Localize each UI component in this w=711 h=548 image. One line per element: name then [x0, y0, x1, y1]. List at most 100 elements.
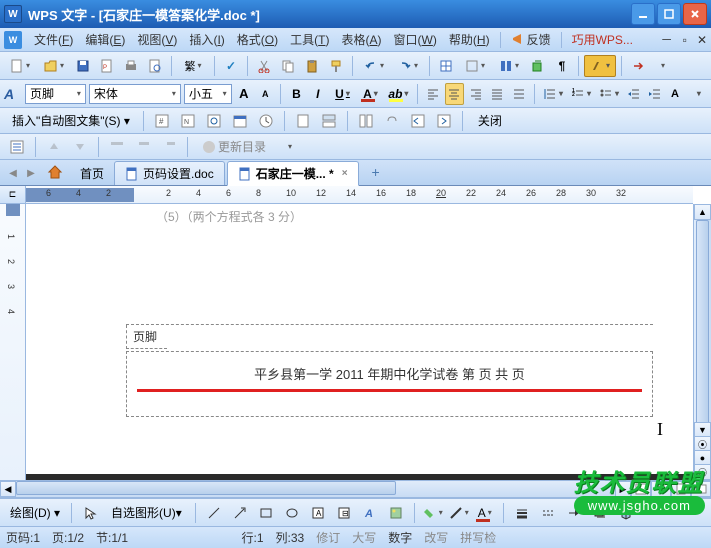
- time-button[interactable]: [255, 111, 277, 131]
- footer-text[interactable]: 平乡县第一学 2011 年期中化学试卷 第 页 共 页: [137, 360, 642, 387]
- vertical-ruler[interactable]: 1 2 3 4: [0, 204, 26, 480]
- open-button[interactable]: ▾: [38, 55, 70, 77]
- scroll-up-button[interactable]: ▲: [694, 204, 711, 220]
- decrease-indent-button[interactable]: [624, 83, 642, 105]
- minimize-button[interactable]: [631, 3, 655, 25]
- toc-level1-button[interactable]: [106, 137, 128, 157]
- align-justify-button[interactable]: [488, 83, 506, 105]
- mdi-minimize-button[interactable]: －: [661, 31, 673, 48]
- insert-picture-button[interactable]: [385, 502, 407, 524]
- format-page-number-button[interactable]: [203, 111, 225, 131]
- toc-level-down-button[interactable]: [69, 137, 91, 157]
- menu-file[interactable]: 文件(F): [28, 29, 79, 50]
- document-tab-2[interactable]: 石家庄一模... * ×: [227, 161, 359, 186]
- status-rev[interactable]: 修订: [316, 529, 340, 546]
- document-tab-1[interactable]: 页码设置.doc: [114, 161, 225, 185]
- scroll-thumb[interactable]: [696, 220, 709, 440]
- menu-help[interactable]: 帮助(H): [443, 29, 496, 50]
- direction-ltr-button[interactable]: A: [667, 83, 685, 105]
- close-header-footer-button[interactable]: 关闭: [470, 110, 510, 131]
- font-dropdown[interactable]: 宋体▾: [89, 84, 181, 104]
- autoshapes-dropdown[interactable]: 自选图形(U) ▾: [105, 502, 188, 523]
- line-color-button[interactable]: ▾: [448, 502, 470, 524]
- align-right-button[interactable]: [467, 83, 485, 105]
- shrink-font-button[interactable]: A: [256, 83, 274, 105]
- drawing-menu[interactable]: 绘图(D) ▾: [6, 502, 64, 523]
- horizontal-ruler[interactable]: 6 4 2 2 4 6 8 10 12 14 16 18 20 22 24 26…: [26, 186, 693, 204]
- grow-font-button[interactable]: A: [235, 83, 253, 105]
- menu-tools[interactable]: 工具(T): [284, 29, 335, 50]
- menu-window[interactable]: 窗口(W): [388, 29, 443, 50]
- toc-level3-button[interactable]: [158, 137, 180, 157]
- close-button[interactable]: [683, 3, 707, 25]
- status-ovr[interactable]: 改写: [424, 529, 448, 546]
- align-center-button[interactable]: [445, 83, 463, 105]
- align-left-button[interactable]: [424, 83, 442, 105]
- insert-table-button[interactable]: [435, 55, 457, 77]
- toolbar-overflow[interactable]: ▾: [651, 55, 673, 77]
- borders-button[interactable]: ▾: [459, 55, 491, 77]
- fill-color-button[interactable]: ▾: [422, 502, 444, 524]
- align-distribute-button[interactable]: [509, 83, 527, 105]
- page-setup-button[interactable]: [292, 111, 314, 131]
- toc-overflow[interactable]: ▾: [278, 137, 300, 157]
- same-as-previous-button[interactable]: [355, 111, 377, 131]
- home-tab[interactable]: [44, 161, 66, 183]
- convert-button[interactable]: 繁▾: [177, 55, 209, 77]
- show-next-button[interactable]: [433, 111, 455, 131]
- print-button[interactable]: [120, 55, 142, 77]
- page-number-button[interactable]: #: [151, 111, 173, 131]
- home-tab-label[interactable]: 首页: [70, 162, 114, 185]
- insert-autotext-dropdown[interactable]: 插入"自动图文集"(S) ▾: [6, 110, 136, 131]
- tab-close-button[interactable]: ×: [342, 168, 348, 179]
- new-button[interactable]: ▾: [4, 55, 36, 77]
- line-spacing-button[interactable]: ▾: [541, 83, 566, 105]
- scroll-left-button[interactable]: ◀: [0, 481, 16, 497]
- link-previous-button[interactable]: [381, 111, 403, 131]
- status-spell[interactable]: 拼写检: [460, 529, 496, 546]
- font-color-button[interactable]: A▾: [474, 502, 496, 524]
- tab-scroll-left[interactable]: ◀: [4, 164, 22, 182]
- promo-link[interactable]: 巧用WPS...: [566, 29, 639, 50]
- toc-level-up-button[interactable]: [43, 137, 65, 157]
- menu-format[interactable]: 格式(O): [231, 29, 284, 50]
- increase-indent-button[interactable]: [646, 83, 664, 105]
- arrow-button[interactable]: [229, 502, 251, 524]
- tab-scroll-right[interactable]: ▶: [22, 164, 40, 182]
- cut-button[interactable]: [253, 55, 275, 77]
- textbox-button[interactable]: A: [307, 502, 329, 524]
- bullets-button[interactable]: ▾: [596, 83, 621, 105]
- switch-header-footer-button[interactable]: [318, 111, 340, 131]
- page-count-button[interactable]: N: [177, 111, 199, 131]
- select-objects-button[interactable]: [79, 502, 101, 524]
- direction-button[interactable]: [627, 55, 649, 77]
- ruler-corner[interactable]: ⊏: [0, 186, 26, 204]
- menu-edit[interactable]: 编辑(E): [79, 29, 131, 50]
- find-button[interactable]: [527, 55, 549, 77]
- show-previous-button[interactable]: [407, 111, 429, 131]
- font-size-dropdown[interactable]: 小五▾: [184, 84, 232, 104]
- dash-style-button[interactable]: [537, 502, 559, 524]
- oval-button[interactable]: [281, 502, 303, 524]
- numbering-button[interactable]: 12▾: [569, 83, 594, 105]
- mdi-close-button[interactable]: ✕: [697, 33, 707, 47]
- menu-table[interactable]: 表格(A): [336, 29, 388, 50]
- footer-editing-area[interactable]: 页脚 平乡县第一学 2011 年期中化学试卷 第 页 共 页: [126, 324, 653, 417]
- show-marks-button[interactable]: ¶: [551, 55, 573, 77]
- style-dropdown[interactable]: 页脚▾: [25, 84, 86, 104]
- toc-insert-button[interactable]: [6, 137, 28, 157]
- font-color-button[interactable]: A▾: [358, 83, 383, 105]
- underline-button[interactable]: U▾: [330, 83, 355, 105]
- columns-button[interactable]: ▾: [493, 55, 525, 77]
- print-preview-button[interactable]: [144, 55, 166, 77]
- menu-insert[interactable]: 插入(I): [183, 29, 230, 50]
- date-button[interactable]: [229, 111, 251, 131]
- line-style-button[interactable]: [511, 502, 533, 524]
- output-pdf-button[interactable]: P: [96, 55, 118, 77]
- copy-button[interactable]: [277, 55, 299, 77]
- undo-button[interactable]: ▾: [358, 55, 390, 77]
- highlight-button[interactable]: ▾: [584, 55, 616, 77]
- toc-level2-button[interactable]: [132, 137, 154, 157]
- mdi-restore-button[interactable]: ▫: [683, 33, 687, 47]
- wps-icon[interactable]: W: [4, 31, 22, 49]
